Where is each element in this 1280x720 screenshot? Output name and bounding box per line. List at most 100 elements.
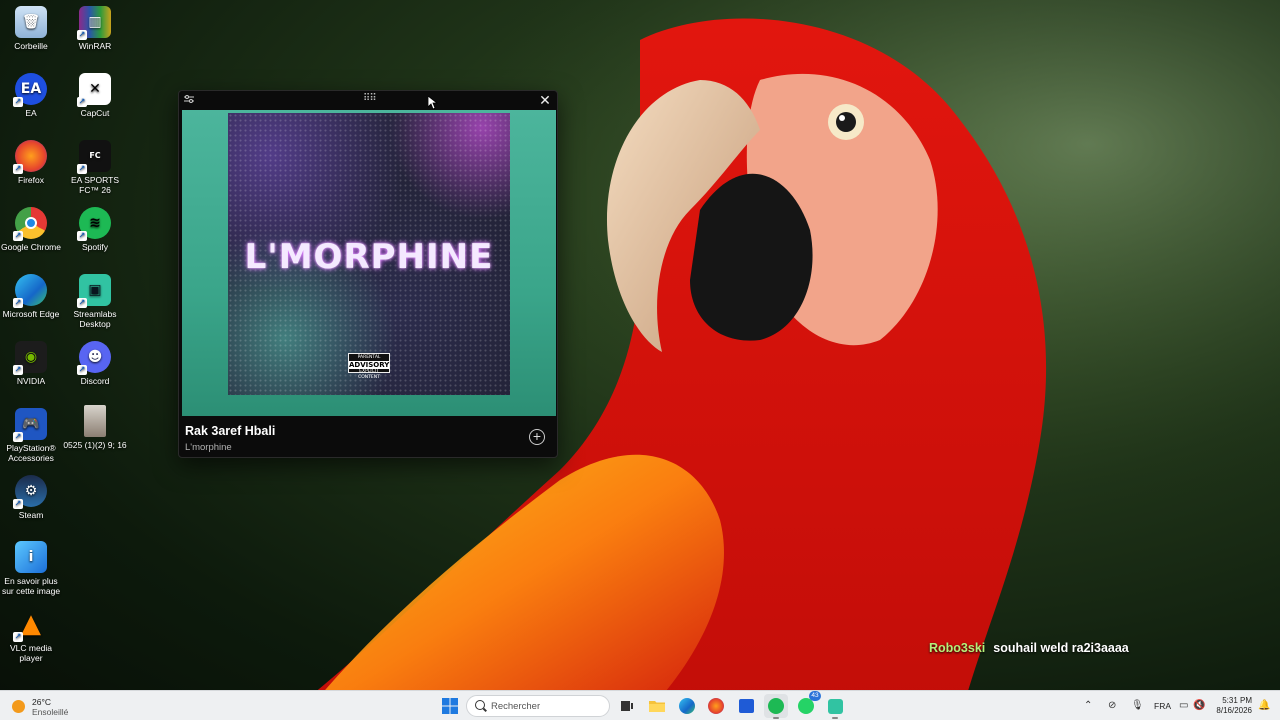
- taskbar-streamlabs[interactable]: [823, 694, 847, 719]
- desktop-icon-steam[interactable]: ⚙ ↗ Steam: [0, 475, 63, 520]
- track-title[interactable]: Rak 3aref Hbali: [185, 424, 275, 438]
- clock[interactable]: 5:31 PM 8/16/2026: [1208, 696, 1252, 716]
- album-cover-title: L'MORPHINE: [244, 237, 494, 277]
- taskbar-whatsapp[interactable]: 43: [794, 691, 821, 718]
- desktop-icon-label: Microsoft Edge: [2, 309, 60, 319]
- advisory-top: PARENTAL: [357, 355, 381, 360]
- system-tray: ⌃ ⊘ 🎙 FRA ▭ 🔇 5:31 PM 8/16/2026 🔔: [1080, 691, 1280, 720]
- weather-condition: Ensoleillé: [32, 707, 69, 717]
- spotify-miniplayer-window[interactable]: ⠿⠿ ✕ L'MORPHINE PARENTAL ADVISORY EXPLIC…: [178, 90, 558, 458]
- discord-icon: ☻ ↗: [77, 341, 111, 375]
- vlc-icon: ▲ ↗: [13, 609, 41, 642]
- task-view-button[interactable]: [615, 694, 639, 718]
- taskbar-spotify[interactable]: [764, 694, 788, 719]
- language-indicator[interactable]: FRA: [1154, 701, 1171, 711]
- taskbar-search-box[interactable]: Rechercher: [466, 695, 610, 717]
- taskbar-microsoft-store[interactable]: [734, 694, 758, 718]
- speaker-muted-icon[interactable]: 🔇: [1193, 700, 1205, 711]
- desktop-icon-label: Streamlabs Desktop: [73, 309, 117, 329]
- ea-sports-fc-icon: FC ↗: [77, 140, 111, 174]
- album-art-background: L'MORPHINE PARENTAL ADVISORY EXPLICIT CO…: [182, 110, 556, 416]
- taskbar-edge[interactable]: [675, 694, 699, 718]
- ea-icon: EA ↗: [13, 73, 47, 107]
- stream-chat-overlay: Robo3ski souhail weld ra2i3aaaa: [929, 641, 1129, 655]
- chrome-icon: ↗: [13, 207, 47, 241]
- taskbar: 26°C Ensoleillé Rechercher 43 ⌃ ⊘ 🎙 FRA …: [0, 690, 1280, 720]
- desktop-icon-label: Firefox: [18, 175, 44, 185]
- playstation-icon: 🎮 ↗: [13, 408, 47, 442]
- desktop-icon-label: WinRAR: [78, 41, 112, 51]
- desktop-icon-label: CapCut: [80, 108, 110, 118]
- notification-badge: 43: [809, 691, 821, 701]
- desktop-icon-playstation[interactable]: 🎮 ↗ PlayStation® Accessories: [0, 408, 63, 463]
- desktop-icon-label: EA: [25, 108, 37, 118]
- windows-logo-icon: [442, 698, 458, 714]
- desktop-icon-label: NVIDIA: [16, 376, 46, 386]
- firefox-icon: [708, 698, 724, 714]
- winrar-icon: ▥ ↗: [77, 6, 111, 40]
- desktop-icon-nvidia[interactable]: ◉ ↗ NVIDIA: [0, 341, 63, 386]
- edge-icon: [679, 698, 695, 714]
- desktop-icon-label: EA SPORTS FC™ 26: [70, 175, 120, 195]
- desktop-icon-label: En savoir plus sur cette image: [1, 576, 61, 596]
- streamlabs-icon: ▣ ↗: [77, 274, 111, 308]
- notification-bell-icon[interactable]: 🔔: [1258, 700, 1270, 711]
- start-button[interactable]: [438, 694, 462, 718]
- desktop-icon-chrome[interactable]: ↗ Google Chrome: [0, 207, 63, 252]
- desktop-icon-info[interactable]: i En savoir plus sur cette image: [0, 541, 63, 596]
- desktop-icon-image-file[interactable]: 0525 (1)(2) 9; 16: [63, 405, 127, 450]
- clock-date: 8/16/2026: [1216, 706, 1252, 715]
- close-button[interactable]: ✕: [537, 92, 553, 108]
- taskbar-firefox[interactable]: [704, 694, 728, 718]
- recycle-bin-icon: 🗑: [15, 6, 47, 38]
- desktop-icon-discord[interactable]: ☻ ↗ Discord: [63, 341, 127, 386]
- desktop-icon-winrar[interactable]: ▥ ↗ WinRAR: [63, 6, 127, 51]
- desktop-icon-label: Corbeille: [14, 41, 48, 51]
- desktop-icon-ea-sports-fc[interactable]: FC ↗ EA SPORTS FC™ 26: [63, 140, 127, 195]
- chevron-up-icon[interactable]: ⌃: [1084, 700, 1092, 711]
- album-cover: L'MORPHINE PARENTAL ADVISORY EXPLICIT CO…: [228, 113, 510, 395]
- nvidia-icon: ◉ ↗: [13, 341, 47, 375]
- spotify-icon: ≋ ↗: [77, 207, 111, 241]
- desktop-icon-recycle-bin[interactable]: 🗑 Corbeille: [0, 6, 63, 51]
- sun-icon: [12, 700, 25, 713]
- desktop-icon-spotify[interactable]: ≋ ↗ Spotify: [63, 207, 127, 252]
- desktop-icon-firefox[interactable]: ↗ Firefox: [0, 140, 63, 185]
- weather-temperature: 26°C: [32, 697, 51, 707]
- desktop-icon-label: Google Chrome: [0, 242, 61, 252]
- miniplayer-titlebar[interactable]: ⠿⠿ ✕: [179, 91, 557, 109]
- chat-message: souhail weld ra2i3aaaa: [993, 641, 1129, 655]
- firefox-icon: ↗: [13, 140, 47, 174]
- desktop-icon-label: Spotify: [82, 242, 108, 252]
- search-placeholder: Rechercher: [491, 701, 541, 712]
- streamlabs-icon: [827, 698, 843, 714]
- desktop-icon-edge[interactable]: ↗ Microsoft Edge: [0, 274, 63, 319]
- mouse-cursor-icon: [428, 96, 438, 110]
- network-off-icon[interactable]: ⊘: [1108, 700, 1116, 711]
- advisory-bottom: EXPLICIT CONTENT: [358, 369, 380, 380]
- drag-handle-icon[interactable]: ⠿⠿: [363, 93, 377, 104]
- steam-icon: ⚙ ↗: [13, 475, 47, 509]
- settings-sliders-icon[interactable]: [183, 93, 195, 105]
- advisory-mid: ADVISORY: [349, 361, 390, 369]
- track-artist[interactable]: L'morphine: [185, 442, 232, 453]
- microphone-icon[interactable]: 🎙: [1131, 700, 1144, 711]
- capcut-icon: ✕ ↗: [77, 73, 111, 107]
- desktop-icon-label: PlayStation® Accessories: [6, 443, 56, 463]
- parental-advisory-label: PARENTAL ADVISORY EXPLICIT CONTENT: [348, 353, 390, 380]
- desktop-icon-vlc[interactable]: ▲ ↗ VLC media player: [0, 608, 63, 663]
- monitor-icon[interactable]: ▭: [1179, 700, 1188, 711]
- desktop-icon-label: 0525 (1)(2) 9; 16: [63, 440, 127, 450]
- taskbar-file-explorer[interactable]: [645, 694, 669, 718]
- desktop-icon-label: Discord: [80, 376, 110, 386]
- folder-icon: [649, 701, 665, 712]
- desktop-icon-streamlabs[interactable]: ▣ ↗ Streamlabs Desktop: [63, 274, 127, 329]
- chat-username: Robo3ski: [929, 641, 986, 655]
- desktop-icon-capcut[interactable]: ✕ ↗ CapCut: [63, 73, 127, 118]
- clock-time: 5:31 PM: [1222, 696, 1252, 705]
- desktop-icon-ea[interactable]: EA ↗ EA: [0, 73, 63, 118]
- spotify-icon: [768, 698, 784, 714]
- add-to-library-button[interactable]: +: [529, 429, 545, 445]
- store-icon: [738, 699, 754, 713]
- image-file-icon: [84, 405, 106, 437]
